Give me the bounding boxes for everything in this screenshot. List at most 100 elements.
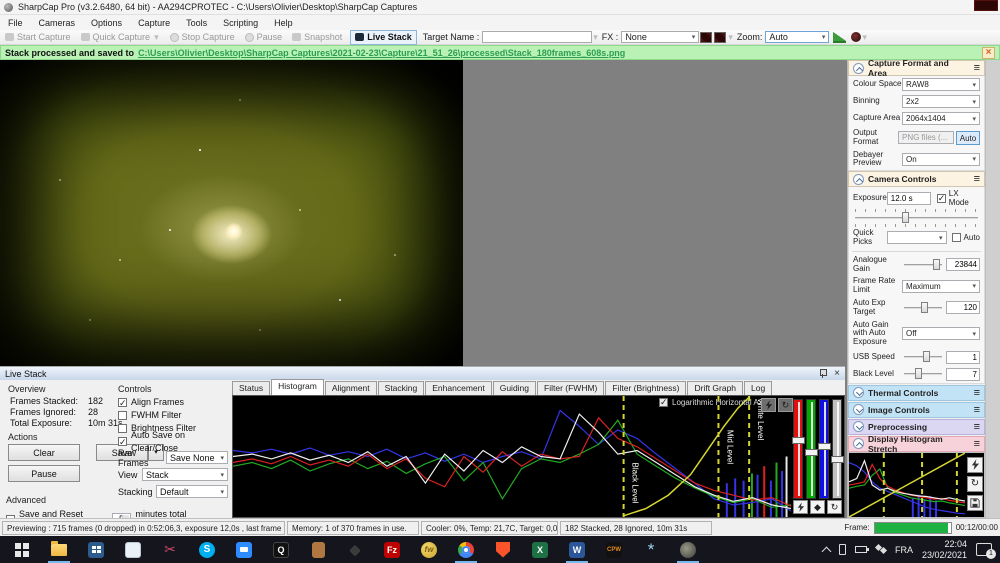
tab-drift-graph[interactable]: Drift Graph	[687, 381, 743, 395]
section-image-controls[interactable]: Image Controls ≡	[848, 402, 985, 418]
dropdown-arrow-icon[interactable]: ▾	[861, 32, 868, 43]
expand-icon[interactable]	[853, 421, 864, 432]
raw-frames-dropdown[interactable]: Save None▾	[166, 451, 228, 464]
auto-gain-dropdown[interactable]: Off▾	[902, 327, 980, 340]
chrome-icon[interactable]	[451, 536, 481, 563]
gray-channel-slider[interactable]	[832, 399, 842, 499]
clock[interactable]: 22:04 23/02/2021	[922, 539, 967, 561]
tray-chevron-icon[interactable]	[822, 546, 832, 556]
auto-exp-input[interactable]	[946, 301, 980, 314]
tab-stacking[interactable]: Stacking	[378, 381, 425, 395]
action-center-icon[interactable]: 1	[976, 543, 992, 556]
start-button[interactable]	[7, 536, 37, 563]
blue-channel-slider[interactable]	[819, 399, 829, 499]
live-stack-button[interactable]: Live Stack	[350, 30, 417, 45]
view-dropdown[interactable]: Stack▾	[142, 468, 228, 481]
tab-status[interactable]: Status	[232, 381, 270, 395]
calculator-icon[interactable]	[81, 536, 111, 563]
auto-stretch-icon[interactable]	[967, 457, 983, 473]
exposure-input[interactable]	[887, 192, 931, 205]
green-channel-slider[interactable]	[806, 399, 816, 499]
dropdown-arrow-icon[interactable]: ▾	[153, 32, 160, 43]
address-book-icon[interactable]	[303, 536, 333, 563]
sharpcap-taskbar-icon[interactable]	[673, 536, 703, 563]
file-explorer-icon[interactable]	[44, 536, 74, 563]
auto-stretch-icon[interactable]	[793, 500, 808, 514]
tab-guiding[interactable]: Guiding	[493, 381, 536, 395]
section-preprocessing[interactable]: Preprocessing ≡	[848, 419, 985, 435]
section-menu-icon[interactable]: ≡	[974, 62, 980, 74]
word-icon[interactable]: W	[562, 536, 592, 563]
section-menu-icon[interactable]: ≡	[974, 438, 980, 450]
right-panel-scrollbar[interactable]	[985, 60, 1000, 518]
black-level-slider[interactable]	[904, 368, 942, 380]
lx-mode-checkbox[interactable]	[937, 194, 946, 203]
log-axis-checkbox[interactable]	[659, 398, 668, 407]
preview-image-area[interactable]	[0, 60, 463, 366]
menu-capture[interactable]: Capture	[130, 18, 178, 28]
pause-stack-button[interactable]: Pause	[8, 465, 80, 482]
dropbox-icon[interactable]	[876, 545, 886, 555]
gold-coin-icon[interactable]: fw	[414, 536, 444, 563]
zoom-dropdown[interactable]: Auto▾	[765, 31, 829, 43]
auto-save-checkbox[interactable]	[118, 437, 127, 446]
snapshot-button[interactable]: Snapshot	[287, 30, 347, 45]
exposure-slider[interactable]	[855, 212, 978, 224]
gain-input[interactable]	[946, 258, 980, 271]
skype-icon[interactable]: S	[192, 536, 222, 563]
menu-scripting[interactable]: Scripting	[215, 18, 266, 28]
fx-dropdown[interactable]: None▾	[621, 31, 699, 43]
brightness-filter-checkbox[interactable]	[118, 424, 127, 433]
red-channel-slider[interactable]	[793, 399, 803, 499]
colour-space-dropdown[interactable]: RAW8▾	[902, 78, 980, 91]
menu-tools[interactable]: Tools	[178, 18, 215, 28]
tab-log[interactable]: Log	[744, 381, 772, 395]
q-app-icon[interactable]: Q	[266, 536, 296, 563]
quick-picks-dropdown[interactable]: ▾	[887, 231, 947, 244]
output-format-auto-button[interactable]: Auto	[956, 131, 980, 145]
output-format-dropdown[interactable]: PNG files (...	[898, 131, 954, 144]
section-menu-icon[interactable]: ≡	[974, 421, 980, 433]
cpw-app-icon[interactable]: CPW	[599, 536, 629, 563]
phone-tray-icon[interactable]	[839, 544, 846, 555]
menu-cameras[interactable]: Cameras	[31, 18, 84, 28]
fwhm-filter-checkbox[interactable]	[118, 411, 127, 420]
notification-close-icon[interactable]: ×	[982, 47, 995, 59]
section-menu-icon[interactable]: ≡	[974, 404, 980, 416]
menu-help[interactable]: Help	[266, 18, 301, 28]
menu-options[interactable]: Options	[83, 18, 130, 28]
saved-stack-link[interactable]: C:\Users\Olivier\Desktop\SharpCap Captur…	[138, 48, 625, 58]
binning-dropdown[interactable]: 2x2▾	[902, 95, 980, 108]
filezilla-icon[interactable]: Fz	[377, 536, 407, 563]
expand-icon[interactable]	[853, 387, 864, 398]
histogram-toggle-icon[interactable]	[833, 32, 846, 43]
black-level-input[interactable]	[946, 368, 980, 381]
clear-button[interactable]: Clear	[8, 444, 80, 461]
section-menu-icon[interactable]: ≡	[974, 387, 980, 399]
gain-slider[interactable]	[904, 259, 942, 271]
expand-icon[interactable]	[853, 404, 864, 415]
reset-stretch-icon[interactable]: ↻	[827, 500, 842, 514]
tab-enhancement[interactable]: Enhancement	[425, 381, 491, 395]
tab-alignment[interactable]: Alignment	[325, 381, 377, 395]
brave-icon[interactable]	[488, 536, 518, 563]
stop-capture-button[interactable]: Stop Capture	[165, 30, 240, 45]
zoom-app-icon[interactable]	[229, 536, 259, 563]
flat-frame-swatch-icon[interactable]	[714, 32, 726, 43]
debayer-preview-dropdown[interactable]: On▾	[902, 153, 980, 166]
language-indicator[interactable]: FRA	[895, 545, 913, 555]
snipping-tool-icon[interactable]: ✂	[155, 536, 185, 563]
auto-stretch-icon[interactable]	[761, 398, 776, 412]
tab-histogram[interactable]: Histogram	[271, 379, 324, 395]
quick-capture-button[interactable]: Quick Capture▾	[76, 30, 165, 45]
collapse-icon[interactable]	[853, 63, 864, 74]
pin-icon[interactable]	[819, 369, 826, 378]
sticky-notes-icon[interactable]	[118, 536, 148, 563]
save-stretch-icon[interactable]	[967, 495, 983, 511]
section-thermal-controls[interactable]: Thermal Controls ≡	[848, 385, 985, 401]
pause-button[interactable]: Pause	[240, 30, 288, 45]
usb-speed-input[interactable]	[946, 351, 980, 364]
collapse-icon[interactable]	[853, 438, 864, 449]
menu-file[interactable]: File	[0, 18, 31, 28]
usb-speed-slider[interactable]	[904, 351, 942, 363]
